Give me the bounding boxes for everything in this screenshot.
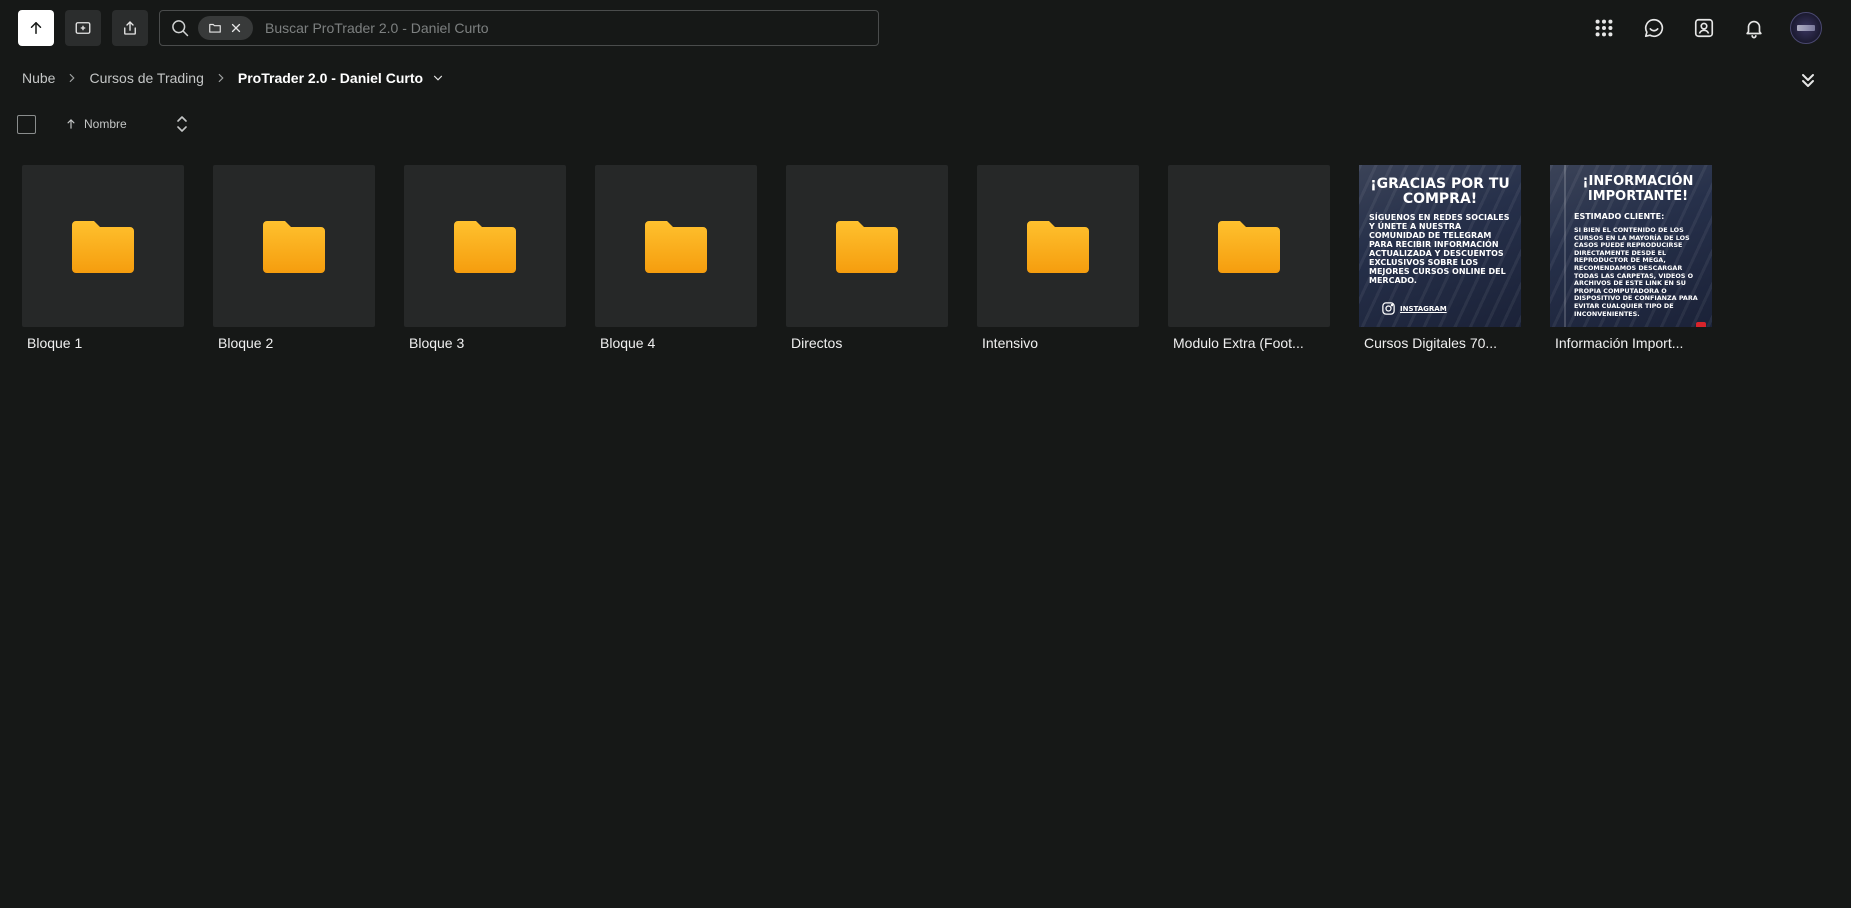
search-icon: [172, 20, 189, 37]
chevron-right-icon: [218, 73, 224, 83]
folder-icon: [836, 221, 898, 273]
item-name: Modulo Extra (Foot...: [1173, 335, 1304, 351]
sort-ascending-icon: [67, 119, 75, 129]
thumbnail-social-link: INSTAGRAM: [1381, 301, 1511, 316]
thumbnail-heading: ¡INFORMACIÓN IMPORTANTE!: [1582, 174, 1694, 204]
top-bar: [0, 0, 1851, 54]
item-name: Bloque 4: [600, 335, 656, 351]
item-name: Información Import...: [1555, 335, 1684, 351]
item-name: Intensivo: [982, 335, 1039, 351]
bell-icon: [1746, 20, 1762, 39]
sort-by-name-button[interactable]: Nombre: [64, 114, 127, 134]
thumbnail-body: SI BIEN EL CONTENIDO DE LOS CURSOS EN LA…: [1574, 226, 1698, 318]
double-chevron-down-icon[interactable]: [1796, 68, 1820, 92]
image-thumbnail[interactable]: ¡GRACIAS POR TU COMPRA! SÍGUENOS EN REDE…: [1359, 165, 1521, 327]
folder-item[interactable]: Bloque 3: [404, 165, 567, 351]
folder-icon: [645, 221, 707, 273]
image-file-item[interactable]: ¡GRACIAS POR TU COMPRA! SÍGUENOS EN REDE…: [1359, 165, 1522, 351]
contacts-button[interactable]: [1689, 13, 1719, 43]
chevron-right-icon: [70, 73, 76, 83]
folder-item[interactable]: Intensivo: [977, 165, 1140, 351]
select-all-checkbox[interactable]: [17, 115, 36, 134]
folder-item[interactable]: Directos: [786, 165, 949, 351]
search-scope-chip[interactable]: [198, 16, 253, 40]
folder-icon: [1218, 221, 1280, 273]
grid-icon: [1595, 19, 1613, 37]
image-file-item[interactable]: ¡INFORMACIÓN IMPORTANTE! ESTIMADO CLIENT…: [1550, 165, 1713, 351]
thumbnail-subheading: ESTIMADO CLIENTE:: [1574, 212, 1665, 221]
arrow-up-icon: [30, 22, 42, 34]
folder-item[interactable]: Bloque 1: [22, 165, 185, 351]
folder-icon: [263, 221, 325, 273]
folder-thumbnail[interactable]: [786, 165, 948, 327]
file-grid: Bloque 1 Bloque 2 Bloque 3 Bloque 4 Dire…: [22, 165, 1741, 351]
folder-thumbnail[interactable]: [977, 165, 1139, 327]
folder-thumbnail[interactable]: [1168, 165, 1330, 327]
breadcrumb-item-current[interactable]: ProTrader 2.0 - Daniel Curto: [238, 70, 423, 86]
thumbnail-decoration: [1696, 322, 1706, 327]
thumbnail-social-label: INSTAGRAM: [1400, 304, 1447, 313]
thumbnail-heading: ¡GRACIAS POR TU COMPRA!: [1370, 176, 1510, 207]
chevron-down-icon[interactable]: [431, 71, 445, 85]
item-name: Bloque 2: [218, 335, 274, 351]
search-input[interactable]: [265, 11, 878, 45]
avatar[interactable]: [1790, 12, 1822, 44]
upload-button[interactable]: [18, 10, 54, 46]
breadcrumb-item-nube[interactable]: Nube: [22, 70, 55, 86]
folder-item[interactable]: Modulo Extra (Foot...: [1168, 165, 1331, 351]
folder-thumbnail[interactable]: [213, 165, 375, 327]
folder-icon: [208, 23, 221, 33]
apps-button[interactable]: [1589, 13, 1619, 43]
folder-item[interactable]: Bloque 2: [213, 165, 376, 351]
item-name: Bloque 3: [409, 335, 465, 351]
chat-icon: [1644, 18, 1664, 38]
folder-icon: [454, 221, 516, 273]
thumbnail-decoration: [1564, 165, 1566, 327]
item-name: Directos: [791, 335, 843, 351]
folder-thumbnail[interactable]: [22, 165, 184, 327]
new-folder-button[interactable]: [65, 10, 101, 46]
contact-card-icon: [1694, 18, 1714, 38]
avatar-logo: [1797, 25, 1815, 31]
instagram-icon: [1382, 302, 1395, 315]
add-folder-icon: [75, 22, 91, 34]
item-name: Cursos Digitales 70...: [1364, 335, 1498, 351]
share-button[interactable]: [112, 10, 148, 46]
chat-button[interactable]: [1639, 13, 1669, 43]
share-icon: [124, 21, 136, 35]
folder-thumbnail[interactable]: [404, 165, 566, 327]
breadcrumb-item-cursos-de-trading[interactable]: Cursos de Trading: [89, 70, 203, 86]
thumbnail-body: SÍGUENOS EN REDES SOCIALES Y ÚNETE A NUE…: [1369, 213, 1510, 285]
search-bar[interactable]: [159, 10, 879, 46]
sort-toggle-icon[interactable]: [174, 115, 190, 133]
notifications-button[interactable]: [1739, 13, 1769, 43]
close-icon[interactable]: [229, 21, 243, 35]
folder-item[interactable]: Bloque 4: [595, 165, 758, 351]
image-thumbnail[interactable]: ¡INFORMACIÓN IMPORTANTE! ESTIMADO CLIENT…: [1550, 165, 1712, 327]
folder-icon: [1027, 221, 1089, 273]
folder-icon: [72, 221, 134, 273]
sort-label: Nombre: [84, 117, 127, 131]
breadcrumb: Nube Cursos de Trading ProTrader 2.0 - D…: [22, 68, 445, 88]
folder-thumbnail[interactable]: [595, 165, 757, 327]
item-name: Bloque 1: [27, 335, 83, 351]
